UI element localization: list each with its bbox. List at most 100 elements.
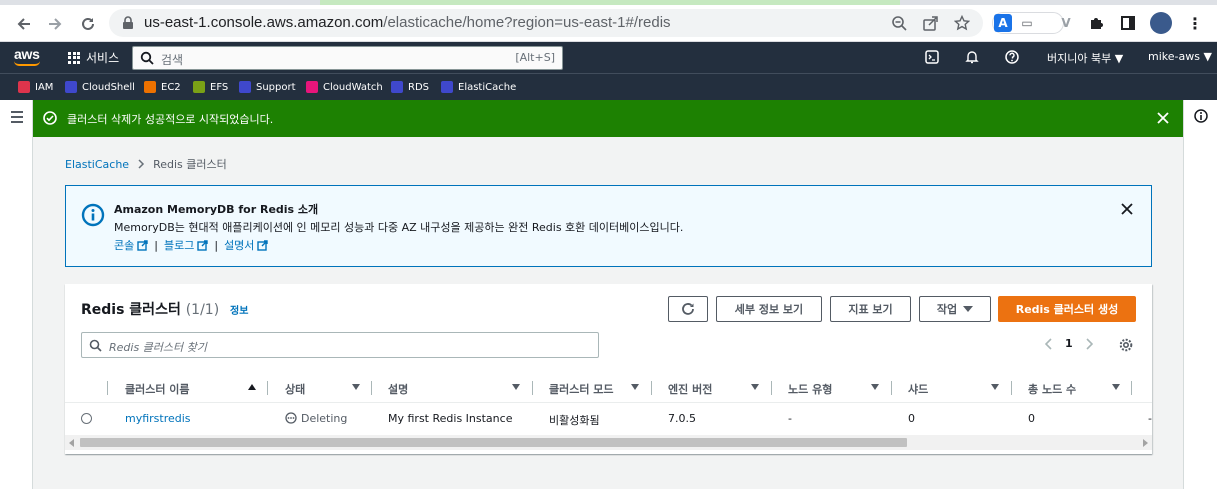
column-header-status[interactable]: 상태	[285, 381, 305, 397]
alert-description: MemoryDB는 현대적 애플리케이션에 인 메모리 성능과 다중 AZ 내구…	[114, 221, 684, 234]
column-header-shards[interactable]: 샤드	[908, 381, 928, 397]
column-header-node-type[interactable]: 노드 유형	[788, 381, 832, 397]
favorite-label: Support	[256, 81, 296, 93]
sort-icon[interactable]	[1112, 384, 1120, 390]
aws-logo[interactable]: aws	[14, 46, 40, 66]
row-select-radio[interactable]	[81, 413, 92, 424]
scroll-right-arrow-icon[interactable]	[1143, 439, 1148, 447]
favorite-iam[interactable]: IAM	[18, 80, 53, 94]
search-shortcut: [Alt+S]	[515, 51, 555, 64]
favorite-cloudwatch[interactable]: CloudWatch	[306, 80, 383, 94]
cloudwatch-service-icon	[306, 81, 318, 93]
chevron-left-icon[interactable]	[1045, 337, 1053, 350]
notifications-bell-icon[interactable]	[965, 50, 979, 64]
translate-extension-icon[interactable]: A	[994, 14, 1012, 32]
region-selector[interactable]: 버지니아 북부 ▼	[1047, 50, 1123, 66]
view-metrics-button[interactable]: 지표 보기	[830, 296, 911, 322]
console-link-label: 콘솔	[114, 239, 135, 252]
current-page[interactable]: 1	[1065, 337, 1073, 350]
sort-icon[interactable]	[871, 384, 879, 390]
reload-icon[interactable]	[76, 12, 100, 36]
total-nodes-cell: 0	[1028, 412, 1035, 425]
chevron-right-icon[interactable]	[1085, 337, 1093, 350]
column-header-cluster-name[interactable]: 클러스터 이름	[125, 381, 190, 397]
bookmark-star-icon[interactable]	[954, 15, 970, 31]
cluster-filter-input[interactable]: Redis 클러스터 찾기	[81, 332, 599, 358]
column-divider	[371, 381, 372, 395]
screenshot-extension-icon[interactable]: ▭	[1018, 14, 1036, 32]
profile-avatar[interactable]	[1150, 12, 1172, 34]
share-icon[interactable]	[922, 15, 938, 31]
external-link-icon	[197, 239, 209, 251]
column-divider	[891, 381, 892, 395]
sort-icon[interactable]	[352, 384, 360, 390]
vue-extension-icon[interactable]: V	[1057, 14, 1075, 32]
sort-icon[interactable]	[751, 384, 759, 390]
success-check-icon	[43, 111, 57, 125]
help-icon[interactable]	[1005, 50, 1019, 64]
info-link[interactable]: 정보	[230, 306, 248, 317]
favorite-ec2[interactable]: EC2	[144, 80, 181, 94]
chrome-menu-icon[interactable]: ⋮	[1184, 12, 1206, 34]
services-menu[interactable]: 서비스	[68, 49, 119, 66]
browser-toolbar: us-east-1.console.aws.amazon.com/elastic…	[0, 5, 1217, 42]
column-divider	[107, 381, 108, 395]
breadcrumb-elasticache[interactable]: ElastiCache	[65, 158, 129, 171]
favorite-rds[interactable]: RDS	[391, 80, 429, 94]
caret-down-icon	[963, 306, 974, 312]
favorite-support[interactable]: Support	[239, 80, 296, 94]
scroll-left-arrow-icon[interactable]	[69, 439, 74, 447]
breadcrumb-current: Redis 클러스터	[153, 158, 227, 171]
console-search-input[interactable]: 검색 [Alt+S]	[132, 46, 563, 70]
scrollbar-thumb[interactable]	[80, 438, 907, 447]
description-cell: My first Redis Instance	[388, 412, 513, 425]
account-menu[interactable]: mike-aws ▼	[1148, 50, 1212, 63]
favorite-efs[interactable]: EFS	[193, 80, 228, 94]
forward-arrow-icon[interactable]	[43, 12, 67, 36]
column-header-total-nodes[interactable]: 총 노드 수	[1028, 381, 1076, 397]
info-circle-icon[interactable]	[1194, 109, 1208, 123]
puzzle-extensions-icon[interactable]	[1087, 14, 1105, 32]
close-icon[interactable]	[1156, 111, 1170, 125]
side-panel-icon[interactable]	[1119, 14, 1137, 32]
sort-icon[interactable]	[991, 384, 999, 390]
search-icon	[89, 339, 102, 352]
cluster-mode-cell: 비활성화됨	[549, 414, 600, 427]
docs-link[interactable]: 설명서	[224, 237, 269, 253]
actions-dropdown-button[interactable]: 작업	[919, 296, 991, 322]
in-progress-icon	[285, 412, 297, 424]
column-header-description[interactable]: 설명	[388, 381, 408, 397]
favorites-bar: IAM CloudShell EC2 EFS Support CloudWatc…	[0, 73, 1217, 100]
url-text: us-east-1.console.aws.amazon.com/elastic…	[144, 14, 671, 31]
column-header-engine-version[interactable]: 엔진 버전	[668, 381, 712, 397]
cluster-name-link[interactable]: myfirstredis	[125, 412, 191, 425]
gear-icon[interactable]	[1119, 338, 1133, 352]
docs-link-label: 설명서	[224, 239, 255, 252]
refresh-button[interactable]	[668, 296, 708, 322]
chevron-right-icon	[138, 159, 145, 169]
sort-ascending-icon[interactable]	[248, 384, 256, 390]
view-details-button[interactable]: 세부 정보 보기	[716, 296, 822, 322]
zoom-icon[interactable]	[891, 15, 907, 31]
horizontal-scrollbar[interactable]	[65, 435, 1152, 450]
close-icon[interactable]	[1120, 202, 1134, 216]
sort-icon[interactable]	[631, 384, 639, 390]
menu-hamburger-icon[interactable]	[11, 111, 23, 126]
console-link[interactable]: 콘솔	[114, 237, 148, 253]
back-arrow-icon[interactable]	[12, 12, 36, 36]
favorite-elasticache[interactable]: ElastiCache	[441, 80, 516, 94]
sort-icon[interactable]	[512, 384, 520, 390]
iam-service-icon	[18, 81, 30, 93]
address-bar[interactable]: us-east-1.console.aws.amazon.com/elastic…	[109, 9, 983, 37]
table-row[interactable]: myfirstredis Deleting My first Redis Ins…	[65, 403, 1152, 435]
favorite-cloudshell[interactable]: CloudShell	[65, 80, 135, 94]
services-label: 서비스	[86, 51, 120, 65]
column-header-cluster-mode[interactable]: 클러스터 모드	[549, 381, 614, 397]
cloudshell-icon[interactable]	[925, 50, 939, 64]
right-tools-rail	[1183, 100, 1217, 489]
blog-link[interactable]: 블로그	[164, 237, 209, 253]
refresh-icon	[682, 303, 694, 315]
create-redis-cluster-button[interactable]: Redis 클러스터 생성	[998, 296, 1136, 322]
overflow-cell: -	[1148, 412, 1152, 425]
url-path: /elasticache/home?region=us-east-1#/redi…	[383, 14, 671, 31]
